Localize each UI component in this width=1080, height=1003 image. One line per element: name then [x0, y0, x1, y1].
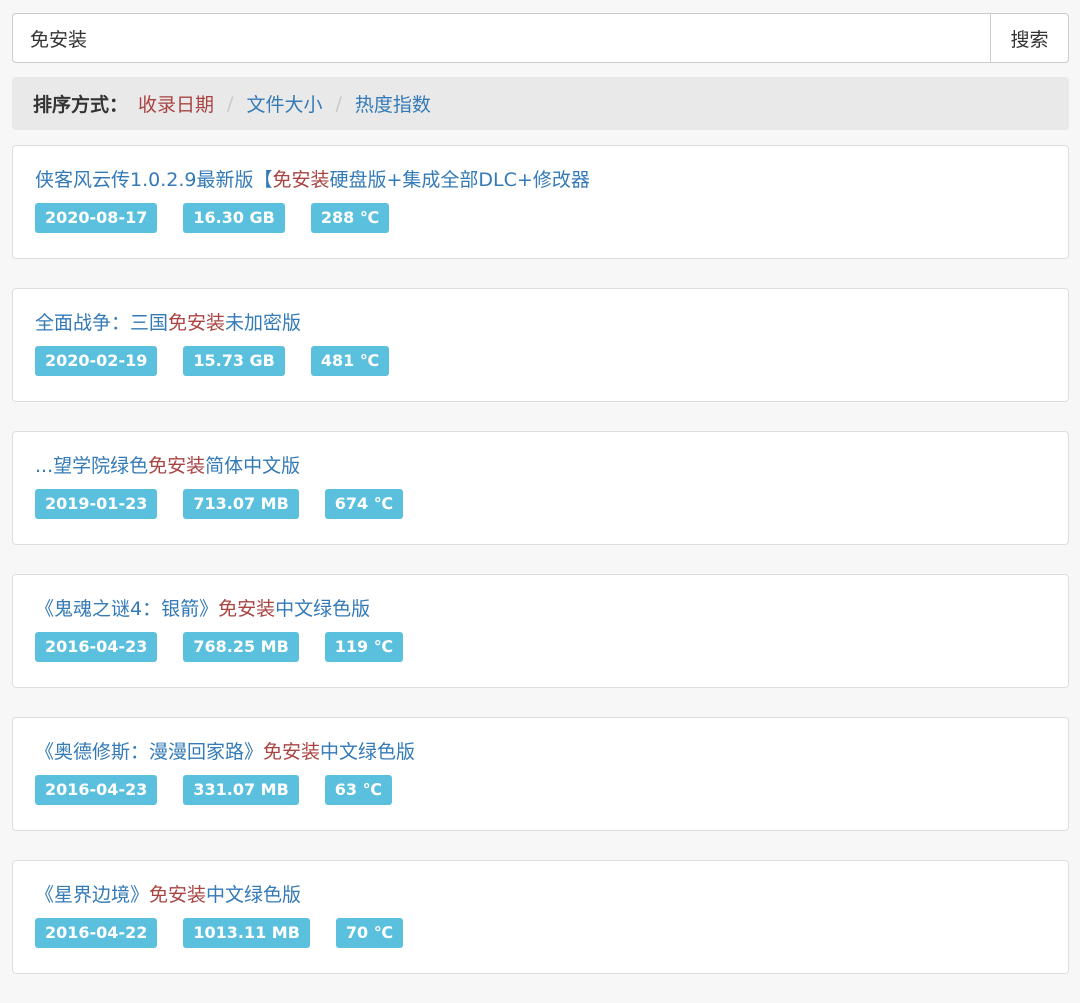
search-highlight: 免安装 [148, 455, 206, 477]
results-list: 侠客风云传1.0.2.9最新版【免安装硬盘版+集成全部DLC+修改器 2020-… [12, 145, 1069, 974]
search-highlight: 免安装 [263, 741, 321, 763]
sort-bar: 排序方式： 收录日期 / 文件大小 / 热度指数 [12, 77, 1069, 130]
result-card: 《星界边境》免安装中文绿色版 2016-04-22 1013.11 MB 70 … [12, 860, 1069, 974]
result-title-link[interactable]: 《鬼魂之谜4：银箭》免安装中文绿色版 [35, 595, 1046, 623]
result-title-text: 中文绿色版 [320, 741, 416, 763]
search-highlight: 免安装 [272, 169, 330, 191]
page-container: 搜索 排序方式： 收录日期 / 文件大小 / 热度指数 侠客风云传1.0.2.9… [12, 13, 1069, 1003]
heat-badge: 288 ℃ [310, 203, 390, 233]
result-title-text: ...望学院绿色 [35, 455, 149, 477]
result-title-text: 硬盘版+集成全部DLC+修改器 [329, 169, 590, 191]
search-bar: 搜索 [12, 13, 1069, 63]
sort-by-heat-link[interactable]: 热度指数 [355, 90, 431, 117]
search-highlight: 免安装 [168, 312, 226, 334]
size-badge: 331.07 MB [183, 775, 299, 805]
size-badge: 1013.11 MB [183, 918, 310, 948]
result-card: 《鬼魂之谜4：银箭》免安装中文绿色版 2016-04-23 768.25 MB … [12, 574, 1069, 688]
date-badge: 2016-04-23 [35, 632, 158, 662]
result-title-text: 《鬼魂之谜4：银箭》 [35, 598, 219, 620]
result-title-link[interactable]: 《奥德修斯：漫漫回家路》免安装中文绿色版 [35, 738, 1046, 766]
result-card: 《奥德修斯：漫漫回家路》免安装中文绿色版 2016-04-23 331.07 M… [12, 717, 1069, 831]
result-title-text: 侠客风云传1.0.2.9最新版【 [35, 169, 273, 191]
heat-badge: 674 ℃ [324, 489, 404, 519]
result-tags: 2016-04-22 1013.11 MB 70 ℃ [35, 918, 1046, 948]
heat-badge: 63 ℃ [324, 775, 392, 805]
result-title-text: 未加密版 [225, 312, 302, 334]
result-tags: 2020-08-17 16.30 GB 288 ℃ [35, 203, 1046, 233]
search-highlight: 免安装 [149, 884, 207, 906]
sort-separator: / [335, 92, 342, 115]
result-card: 侠客风云传1.0.2.9最新版【免安装硬盘版+集成全部DLC+修改器 2020-… [12, 145, 1069, 259]
date-badge: 2016-04-23 [35, 775, 158, 805]
result-title-link[interactable]: 全面战争：三国免安装未加密版 [35, 309, 1046, 337]
result-tags: 2016-04-23 768.25 MB 119 ℃ [35, 632, 1046, 662]
result-tags: 2016-04-23 331.07 MB 63 ℃ [35, 775, 1046, 805]
heat-badge: 70 ℃ [335, 918, 404, 948]
search-input[interactable] [12, 13, 990, 63]
size-badge: 768.25 MB [183, 632, 299, 662]
result-title-text: 中文绿色版 [275, 598, 371, 620]
result-title-link[interactable]: ...望学院绿色免安装简体中文版 [35, 452, 1046, 480]
date-badge: 2016-04-22 [35, 918, 158, 948]
heat-badge: 119 ℃ [324, 632, 404, 662]
result-title-text: 《奥德修斯：漫漫回家路》 [35, 741, 264, 763]
size-badge: 16.30 GB [183, 203, 285, 233]
sort-label: 排序方式： [33, 94, 129, 116]
result-title-text: 中文绿色版 [206, 884, 302, 906]
date-badge: 2019-01-23 [35, 489, 158, 519]
result-title-text: 简体中文版 [205, 455, 301, 477]
search-highlight: 免安装 [218, 598, 276, 620]
result-title-text: 全面战争：三国 [35, 312, 169, 334]
result-title-link[interactable]: 《星界边境》免安装中文绿色版 [35, 881, 1046, 909]
result-title-link[interactable]: 侠客风云传1.0.2.9最新版【免安装硬盘版+集成全部DLC+修改器 [35, 166, 1046, 194]
result-tags: 2019-01-23 713.07 MB 674 ℃ [35, 489, 1046, 519]
result-tags: 2020-02-19 15.73 GB 481 ℃ [35, 346, 1046, 376]
result-card: 全面战争：三国免安装未加密版 2020-02-19 15.73 GB 481 ℃ [12, 288, 1069, 402]
search-button[interactable]: 搜索 [990, 13, 1069, 63]
result-card: ...望学院绿色免安装简体中文版 2019-01-23 713.07 MB 67… [12, 431, 1069, 545]
size-badge: 713.07 MB [183, 489, 299, 519]
date-badge: 2020-08-17 [35, 203, 158, 233]
sort-by-size-link[interactable]: 文件大小 [246, 90, 322, 117]
size-badge: 15.73 GB [183, 346, 285, 376]
sort-separator: / [227, 92, 234, 115]
heat-badge: 481 ℃ [310, 346, 390, 376]
sort-by-date-link[interactable]: 收录日期 [138, 90, 214, 117]
date-badge: 2020-02-19 [35, 346, 158, 376]
result-title-text: 《星界边境》 [35, 884, 150, 906]
